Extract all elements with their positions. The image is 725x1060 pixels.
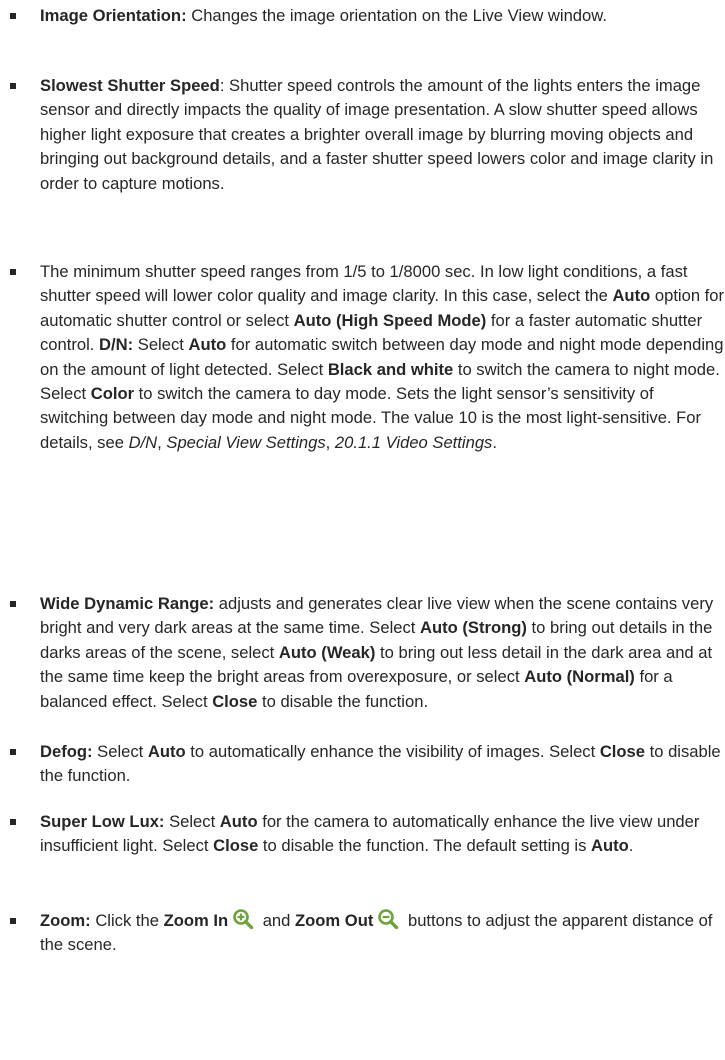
list-item-zoom: Zoom: Click the Zoom In and Zoom Out but… bbox=[0, 906, 725, 956]
list-item-defog: Defog: Select Auto to automatically enha… bbox=[0, 740, 725, 788]
item-text: Image Orientation: Changes the image ori… bbox=[40, 4, 725, 28]
bullet-icon bbox=[10, 749, 16, 755]
text-run: to disable the function. The default set… bbox=[258, 836, 591, 856]
text-run: , bbox=[157, 432, 167, 452]
text-run: Click the bbox=[90, 911, 164, 930]
text-run: to disable the function. bbox=[257, 691, 429, 711]
bold-text: Wide Dynamic Range: bbox=[40, 594, 215, 613]
list-item-slowest-shutter-speed: Slowest Shutter Speed: Shutter speed con… bbox=[0, 74, 725, 244]
item-text: Super Low Lux: Select Auto for the camer… bbox=[40, 810, 725, 859]
bold-text: Zoom: bbox=[40, 911, 91, 930]
zoom-out-icon[interactable] bbox=[377, 908, 399, 930]
italic-text: D/N bbox=[128, 432, 158, 452]
bold-text: Super Low Lux: bbox=[40, 812, 165, 831]
bullet-icon bbox=[10, 83, 16, 89]
bullet-icon bbox=[10, 601, 16, 607]
text-run: and bbox=[258, 911, 296, 930]
bullet-icon bbox=[10, 918, 16, 924]
text-run: . bbox=[628, 836, 634, 856]
text-run: Select bbox=[133, 335, 189, 355]
text-run: Changes the image orientation on the Liv… bbox=[186, 6, 607, 25]
bold-text: Auto (Strong) bbox=[420, 618, 527, 638]
list-item-super-low-lux: Super Low Lux: Select Auto for the camer… bbox=[0, 810, 725, 884]
item-text: Defog: Select Auto to automatically enha… bbox=[40, 740, 725, 789]
bold-text: Close bbox=[213, 836, 259, 856]
item-text: Slowest Shutter Speed: Shutter speed con… bbox=[40, 74, 725, 196]
bold-text: Zoom In bbox=[163, 911, 229, 930]
text-run: The minimum shutter speed ranges from 1/… bbox=[40, 262, 688, 306]
italic-text: 20.1.1 Video Settings bbox=[334, 432, 493, 452]
bold-text: Image Orientation: bbox=[40, 6, 187, 25]
bold-text: Auto bbox=[188, 335, 227, 355]
item-text: Zoom: Click the Zoom In and Zoom Out but… bbox=[40, 908, 725, 958]
bold-text: Close bbox=[212, 691, 258, 711]
zoom-in-icon[interactable] bbox=[232, 908, 254, 930]
bold-text: Auto (High Speed Mode) bbox=[293, 310, 487, 330]
bullet-icon bbox=[10, 269, 16, 275]
bold-text: Auto bbox=[591, 836, 629, 856]
bold-text: Defog: bbox=[40, 742, 93, 761]
item-text: Wide Dynamic Range: adjusts and generate… bbox=[40, 592, 725, 714]
bold-text: Auto bbox=[147, 742, 186, 761]
bold-text: D/N: bbox=[99, 335, 134, 355]
bold-text: Auto (Normal) bbox=[524, 667, 635, 687]
text-run: Select bbox=[92, 742, 148, 761]
item-text: The minimum shutter speed ranges from 1/… bbox=[40, 260, 725, 455]
text-run: to automatically enhance the visibility … bbox=[185, 742, 600, 761]
text-run: Select bbox=[164, 812, 220, 831]
list-item-image-orientation: Image Orientation: Changes the image ori… bbox=[0, 4, 725, 52]
bold-text: Zoom Out bbox=[295, 911, 374, 930]
bold-text: Auto bbox=[219, 812, 258, 831]
text-run: . bbox=[492, 432, 497, 452]
bullet-icon bbox=[10, 819, 16, 825]
bold-text: Black and white bbox=[327, 359, 454, 379]
text-run: , bbox=[325, 432, 335, 452]
bold-text: Slowest Shutter Speed bbox=[40, 76, 220, 95]
bullet-icon bbox=[10, 13, 16, 19]
list-item-minimum-shutter-speed: The minimum shutter speed ranges from 1/… bbox=[0, 260, 725, 576]
italic-text: Special View Settings bbox=[166, 432, 326, 452]
list-item-wide-dynamic-range: Wide Dynamic Range: adjusts and generate… bbox=[0, 592, 725, 714]
bold-text: Color bbox=[90, 384, 135, 404]
bold-text: Auto (Weak) bbox=[278, 642, 376, 662]
bold-text: Close bbox=[599, 742, 646, 761]
bold-text: Auto bbox=[612, 286, 651, 306]
